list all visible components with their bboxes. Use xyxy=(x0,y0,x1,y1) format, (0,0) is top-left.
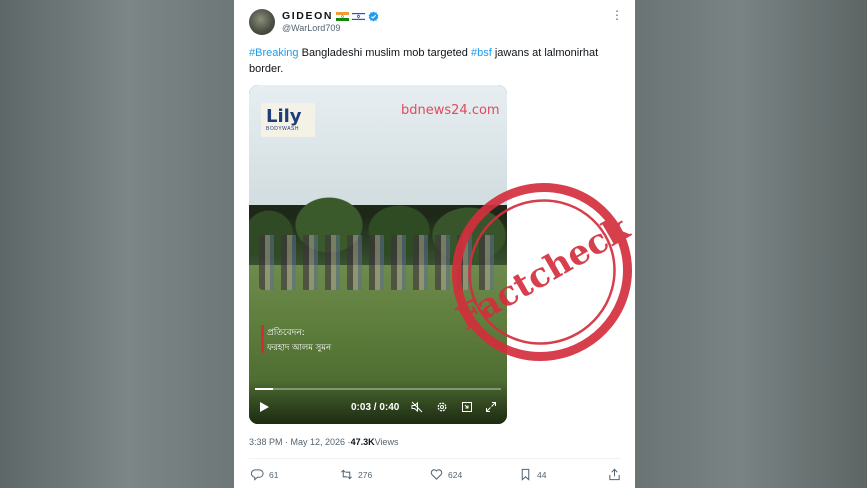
reporter-accent-bar xyxy=(261,325,264,353)
background-left xyxy=(0,0,234,488)
reply-icon xyxy=(251,469,264,481)
views-label: Views xyxy=(374,437,399,447)
video-progress-bar[interactable] xyxy=(255,388,501,390)
sponsor-logo-subtext: BODYWASH xyxy=(266,126,299,132)
avatar[interactable] xyxy=(249,9,275,35)
views-count: 47.3K xyxy=(350,437,375,447)
timestamp-text: 3:38 PM · May 12, 2026 · xyxy=(249,437,351,447)
hashtag-bsf[interactable]: #bsf xyxy=(471,47,492,59)
share-button[interactable] xyxy=(608,468,621,481)
sponsor-logo: Lily BODYWASH xyxy=(261,103,315,137)
retweet-icon xyxy=(341,469,352,480)
israel-flag-icon xyxy=(352,11,366,21)
fullscreen-icon[interactable] xyxy=(485,401,497,413)
tweet-timestamp[interactable]: 3:38 PM · May 12, 2026 · 47.3K Views xyxy=(249,437,398,447)
mute-icon[interactable] xyxy=(411,401,423,413)
reporter-label: প্রতিবেদন: xyxy=(267,328,305,338)
reporter-name: ফরহাদ আলম সুমন xyxy=(267,343,332,353)
more-options-icon[interactable]: ⋮ xyxy=(610,8,624,22)
play-icon[interactable] xyxy=(258,401,270,413)
retweet-count: 276 xyxy=(358,469,373,480)
video-watermark: bdnews24.com xyxy=(401,103,500,118)
tweet-text: #Breaking Bangladeshi muslim mob targete… xyxy=(249,45,629,77)
background-right xyxy=(635,0,867,488)
sponsor-logo-text: Lily xyxy=(266,106,302,127)
author-name-row: GIDEON xyxy=(282,9,379,23)
share-icon xyxy=(609,468,620,481)
retweet-button[interactable]: 276 xyxy=(340,468,372,481)
bookmark-button[interactable]: 44 xyxy=(519,468,546,481)
bookmark-icon xyxy=(521,468,530,481)
reply-count: 61 xyxy=(269,469,279,480)
like-button[interactable]: 624 xyxy=(430,468,462,481)
reply-button[interactable]: 61 xyxy=(251,468,278,481)
video-time: 0:03 / 0:40 xyxy=(351,402,400,413)
video-progress-fill xyxy=(255,388,274,390)
settings-gear-icon[interactable] xyxy=(436,401,448,413)
author-handle[interactable]: @WarLord709 xyxy=(282,23,340,33)
picture-in-picture-icon[interactable] xyxy=(461,401,473,413)
heart-icon xyxy=(430,469,443,480)
india-flag-icon xyxy=(336,11,350,21)
factcheck-stamp: Factcheck xyxy=(450,182,636,362)
tweet-text-segment: Bangladeshi muslim mob targeted xyxy=(298,47,471,59)
display-name[interactable]: GIDEON xyxy=(282,10,333,22)
hashtag-breaking[interactable]: #Breaking xyxy=(249,47,299,59)
like-count: 624 xyxy=(448,469,463,480)
actions-divider xyxy=(249,458,621,459)
verified-badge-icon xyxy=(368,11,379,21)
bookmark-count: 44 xyxy=(537,469,547,480)
